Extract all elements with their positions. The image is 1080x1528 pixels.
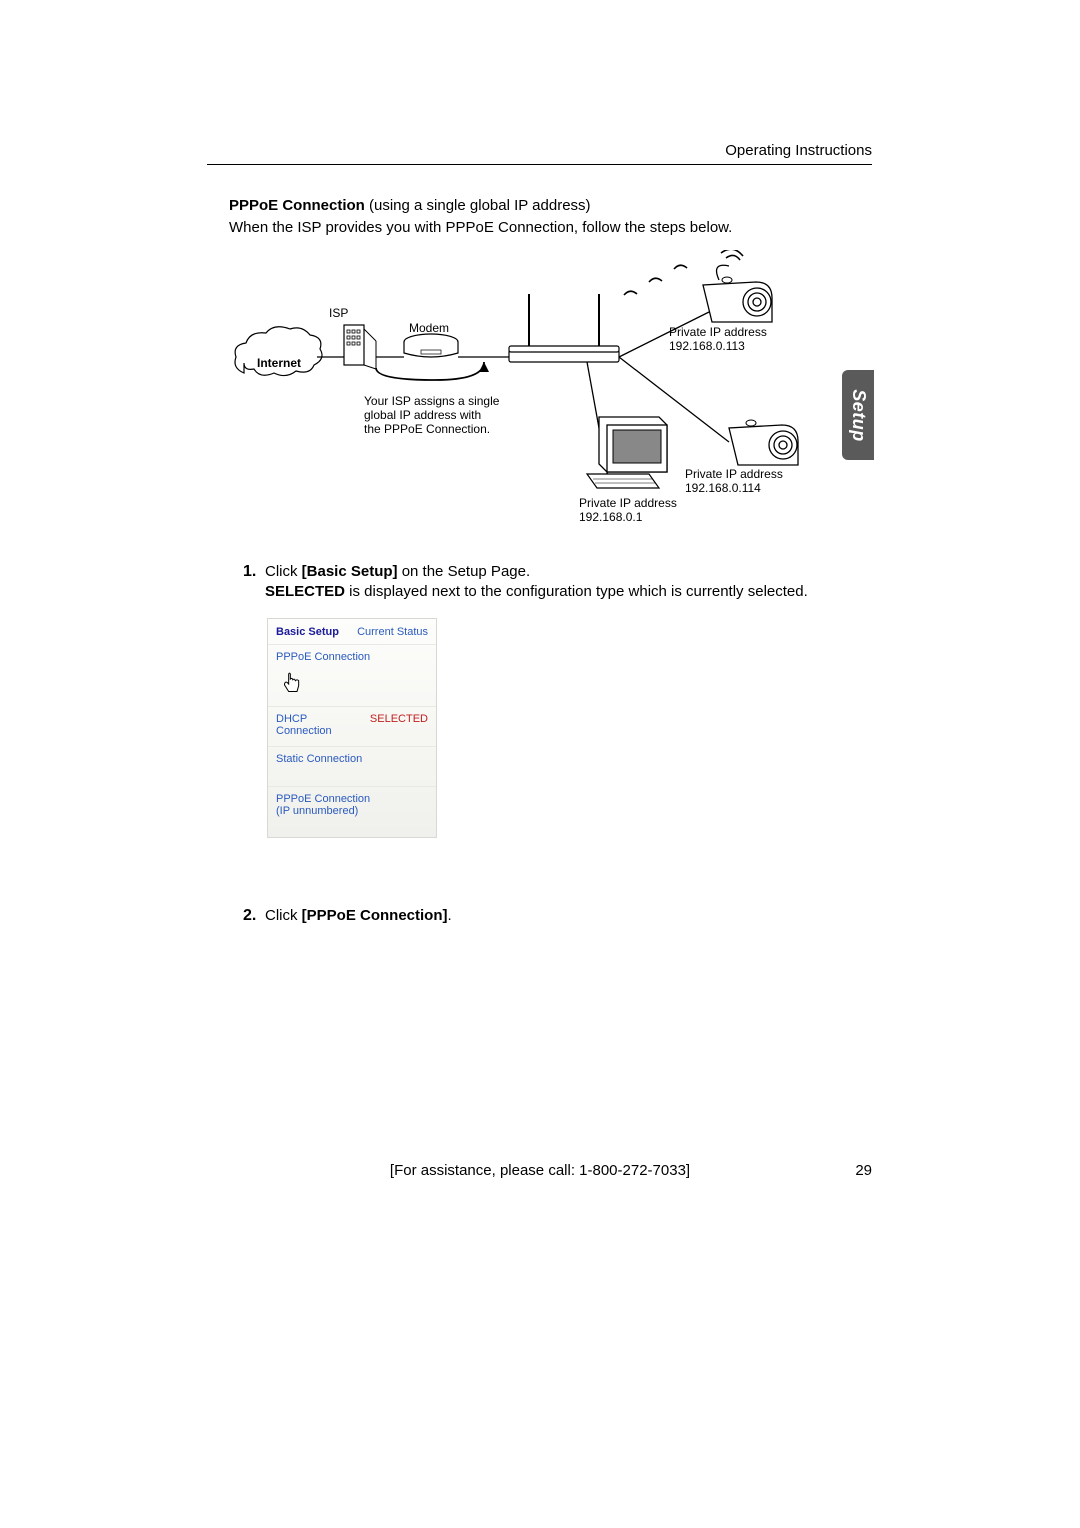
step1-text-a: Click — [265, 563, 302, 580]
arrowhead-icon — [479, 362, 489, 372]
dhcp-connection-row[interactable]: DHCP Connection SELECTED — [268, 707, 436, 747]
pppoe-unnumbered-link-1[interactable]: PPPoE Connection — [276, 793, 370, 805]
note-line3: the PPPoE Connection. — [364, 422, 490, 436]
side-tab-label: Setup — [848, 389, 869, 442]
pppoe-connection-link[interactable]: PPPoE Connection — [276, 651, 370, 663]
modem-icon: Modem — [404, 321, 458, 357]
router-icon — [509, 294, 619, 362]
static-connection-link[interactable]: Static Connection — [276, 753, 362, 765]
isp-label: ISP — [329, 306, 348, 320]
running-header: Operating Instructions — [725, 142, 872, 159]
isp-building-icon: ISP — [329, 306, 376, 369]
pppoe-unnumbered-row[interactable]: PPPoE Connection (IP unnumbered) — [268, 787, 436, 837]
dhcp-connection-link[interactable]: DHCP Connection — [276, 713, 364, 737]
pppoe-connection-row[interactable]: PPPoE Connection — [268, 645, 436, 707]
step-2: 2. Click [PPPoE Connection]. — [265, 906, 875, 926]
side-tab: Setup — [842, 370, 874, 460]
basic-setup-heading: Basic Setup — [276, 626, 339, 638]
header-rule — [207, 164, 872, 165]
hand-cursor-icon — [282, 671, 302, 697]
static-connection-row[interactable]: Static Connection — [268, 747, 436, 787]
step2-text-c: . — [448, 907, 452, 924]
footer-assistance: [For assistance, please call: 1-800-272-… — [0, 1162, 1080, 1179]
pppoe-unnumbered-link-2[interactable]: (IP unnumbered) — [276, 805, 358, 817]
camera-icon: Private IP address 192.168.0.114 — [685, 420, 798, 495]
ui-header-row: Basic Setup Current Status — [268, 619, 436, 645]
cam2-ip-label1: Private IP address — [685, 467, 783, 481]
internet-label: Internet — [257, 356, 301, 370]
setup-screenshot: Basic Setup Current Status PPPoE Connect… — [267, 618, 437, 838]
modem-label: Modem — [409, 321, 449, 335]
step1-selected-bold: SELECTED — [265, 583, 345, 600]
cam1-ip-label2: 192.168.0.113 — [669, 339, 745, 353]
page-number: 29 — [855, 1162, 872, 1179]
pc-ip-label1: Private IP address — [579, 496, 677, 510]
step1-bold: [Basic Setup] — [302, 563, 398, 580]
step2-bold: [PPPoE Connection] — [302, 907, 448, 924]
section-title: PPPoE Connection (using a single global … — [229, 197, 591, 214]
step1-text-c: on the Setup Page. — [398, 563, 531, 580]
selected-indicator: SELECTED — [370, 713, 428, 725]
section-title-bold: PPPoE Connection — [229, 197, 365, 214]
network-diagram: Internet ISP Modem — [229, 250, 874, 535]
current-status-label: Current Status — [357, 626, 428, 638]
section-title-rest: (using a single global IP address) — [365, 197, 591, 214]
step-1: 1. Click [Basic Setup] on the Setup Page… — [265, 562, 875, 603]
step1-text-rest: is displayed next to the configuration t… — [345, 583, 808, 600]
note-line1: Your ISP assigns a single — [364, 394, 500, 408]
step-number: 1. — [243, 561, 256, 583]
step2-text-a: Click — [265, 907, 302, 924]
note-line2: global IP address with — [364, 408, 481, 422]
assign-arrow — [376, 362, 484, 380]
wireless-wave-icon — [624, 291, 637, 295]
section-subtitle: When the ISP provides you with PPPoE Con… — [229, 219, 732, 236]
pc-icon: Private IP address 192.168.0.1 — [579, 417, 677, 524]
cam1-ip-label1: Private IP address — [669, 325, 767, 339]
step-number: 2. — [243, 905, 256, 927]
cam2-ip-label2: 192.168.0.114 — [685, 481, 761, 495]
internet-cloud-icon: Internet — [235, 327, 322, 376]
pc-ip-label2: 192.168.0.1 — [579, 510, 643, 524]
wireless-wave-icon — [649, 278, 662, 282]
wireless-wave-icon — [674, 265, 687, 269]
